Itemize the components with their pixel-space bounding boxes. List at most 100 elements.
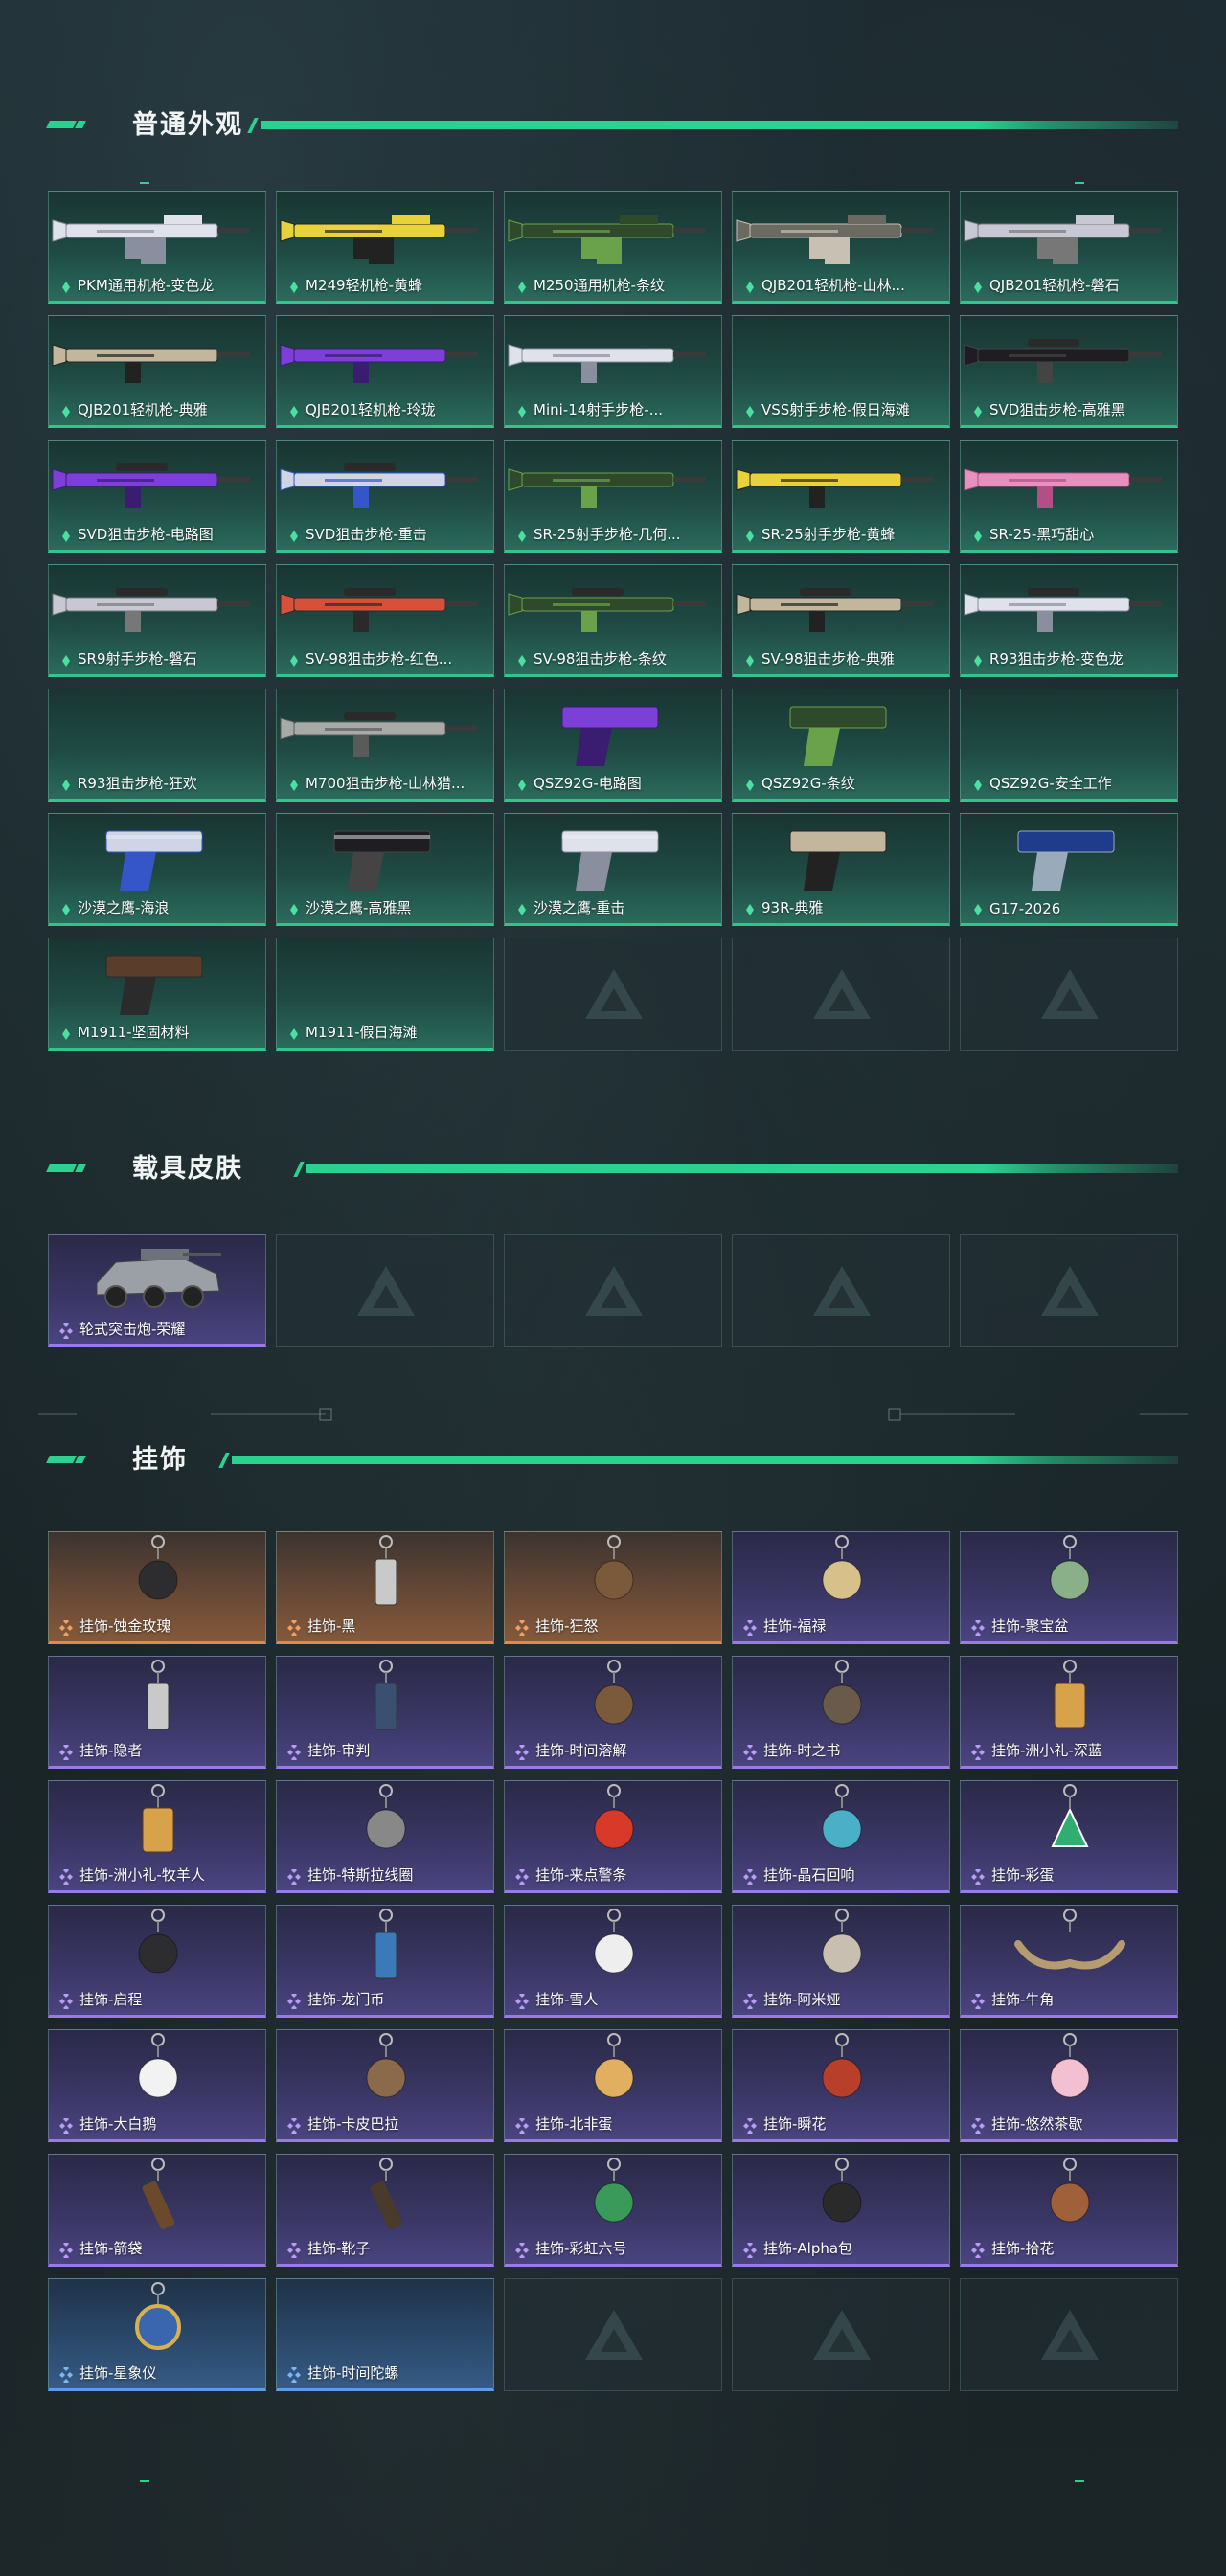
empty-slot: [960, 938, 1178, 1051]
rarity-icon: [290, 1028, 298, 1040]
item-label: QJB201轻机枪-典雅: [78, 401, 208, 418]
charms-card[interactable]: 挂饰-启程: [48, 1905, 266, 2018]
item-image: [1054, 1660, 1086, 1729]
charms-card[interactable]: 挂饰-福禄: [732, 1531, 950, 1644]
rarity-icon: [59, 2243, 73, 2258]
weapons-card[interactable]: SR9射手步枪-磐石: [48, 564, 266, 677]
weapons-card[interactable]: QSZ92G-条纹: [732, 689, 950, 802]
charms-card[interactable]: 挂饰-特斯拉线圈: [276, 1780, 494, 1893]
weapons-card[interactable]: R93狙击步枪-狂欢: [48, 689, 266, 802]
item-image: [280, 712, 478, 757]
rarity-icon: [518, 406, 526, 418]
item-label: 沙漠之鹰-重击: [534, 899, 625, 916]
weapons-card[interactable]: M250通用机枪-条纹: [504, 191, 722, 304]
charms-card[interactable]: 挂饰-龙门币: [276, 1905, 494, 2018]
item-label: VSS射手步枪-假日海滩: [761, 401, 910, 418]
item-label: 挂饰-星象仪: [79, 2364, 157, 2382]
charms-card[interactable]: 挂饰-瞬花: [732, 2029, 950, 2142]
charms-card[interactable]: 挂饰-阿米娅: [732, 1905, 950, 2018]
charms-card[interactable]: 挂饰-拾花: [960, 2154, 1178, 2267]
vehicles-card[interactable]: 轮式突击炮-荣耀: [48, 1234, 266, 1347]
weapons-card[interactable]: SVD狙击步枪-电路图: [48, 440, 266, 553]
weapons-card[interactable]: M249轻机枪-黄蜂: [276, 191, 494, 304]
weapons-card[interactable]: QJB201轻机枪-山林...: [732, 191, 950, 304]
weapons-card[interactable]: QSZ92G-电路图: [504, 689, 722, 802]
weapons-card[interactable]: 沙漠之鹰-高雅黑: [276, 813, 494, 926]
rarity-icon: [974, 406, 982, 418]
weapons-card[interactable]: SV-98狙击步枪-红色...: [276, 564, 494, 677]
placeholder-logo-icon: [1041, 1266, 1099, 1316]
charms-card[interactable]: 挂饰-隐者: [48, 1656, 266, 1769]
deco-dash: [140, 2480, 149, 2482]
weapons-card[interactable]: M700狙击步枪-山林猎...: [276, 689, 494, 802]
charms-card[interactable]: 挂饰-彩虹六号: [504, 2154, 722, 2267]
weapons-card[interactable]: SV-98狙击步枪-典雅: [732, 564, 950, 677]
charms-card[interactable]: 挂饰-悠然茶歇: [960, 2029, 1178, 2142]
weapons-card[interactable]: 沙漠之鹰-海浪: [48, 813, 266, 926]
charms-card[interactable]: 挂饰-卡皮巴拉: [276, 2029, 494, 2142]
item-image: [508, 588, 706, 632]
item-image: [736, 588, 934, 632]
rarity-icon: [515, 2118, 529, 2134]
weapons-card[interactable]: SVD狙击步枪-重击: [276, 440, 494, 553]
charms-card[interactable]: 挂饰-雪人: [504, 1905, 722, 2018]
weapons-card[interactable]: SR-25射手步枪-黄蜂: [732, 440, 950, 553]
charms-card[interactable]: 挂饰-时间陀螺: [276, 2278, 494, 2391]
charms-card[interactable]: 挂饰-聚宝盆: [960, 1531, 1178, 1644]
charms-card[interactable]: 挂饰-审判: [276, 1656, 494, 1769]
weapons-card[interactable]: PKM通用机枪-变色龙: [48, 191, 266, 304]
item-image: [277, 2279, 494, 2365]
weapons-card[interactable]: M1911-坚固材料: [48, 938, 266, 1051]
weapons-card[interactable]: R93狙击步枪-变色龙: [960, 564, 1178, 677]
item-image: [1050, 1535, 1090, 1600]
charms-card[interactable]: 挂饰-蚀金玫瑰: [48, 1531, 266, 1644]
charms-card[interactable]: 挂饰-星象仪: [48, 2278, 266, 2391]
weapons-card[interactable]: QJB201轻机枪-玲珑: [276, 315, 494, 428]
item-label: SR9射手步枪-磐石: [78, 650, 197, 667]
weapons-card[interactable]: SR-25-黑巧甜心: [960, 440, 1178, 553]
item-image: [147, 1660, 170, 1730]
weapons-card[interactable]: SR-25射手步枪-几何...: [504, 440, 722, 553]
rarity-icon: [746, 780, 754, 791]
charms-card[interactable]: 挂饰-晶石回响: [732, 1780, 950, 1893]
weapons-card[interactable]: QJB201轻机枪-典雅: [48, 315, 266, 428]
charms-card[interactable]: 挂饰-靴子: [276, 2154, 494, 2267]
weapons-card[interactable]: VSS射手步枪-假日海滩: [732, 315, 950, 428]
weapons-card[interactable]: 沙漠之鹰-重击: [504, 813, 722, 926]
charms-card[interactable]: 挂饰-箭袋: [48, 2154, 266, 2267]
item-image: [789, 830, 887, 891]
charms-card[interactable]: 挂饰-洲小礼-深蓝: [960, 1656, 1178, 1769]
charms-card[interactable]: 挂饰-彩蛋: [960, 1780, 1178, 1893]
charms-card[interactable]: 挂饰-牛角: [960, 1905, 1178, 2018]
empty-slot: [960, 2278, 1178, 2391]
rarity-icon: [287, 2243, 301, 2258]
item-image: [138, 2033, 178, 2098]
weapons-card[interactable]: M1911-假日海滩: [276, 938, 494, 1051]
weapons-card[interactable]: Mini-14射手步枪-...: [504, 315, 722, 428]
weapons-card[interactable]: 93R-典雅: [732, 813, 950, 926]
item-image: [138, 1909, 178, 1974]
charms-card[interactable]: 挂饰-北非蛋: [504, 2029, 722, 2142]
charms-card[interactable]: 挂饰-Alpha包: [732, 2154, 950, 2267]
rarity-icon: [59, 2118, 73, 2134]
weapons-card[interactable]: SV-98狙击步枪-条纹: [504, 564, 722, 677]
weapons-card[interactable]: SVD狙击步枪-高雅黑: [960, 315, 1178, 428]
charms-card[interactable]: 挂饰-大白鹅: [48, 2029, 266, 2142]
item-label: M700狙击步枪-山林猎...: [306, 775, 465, 792]
charms-card[interactable]: 挂饰-时之书: [732, 1656, 950, 1769]
charms-card[interactable]: 挂饰-来点警条: [504, 1780, 722, 1893]
section-header-charms: 挂饰: [46, 1444, 1178, 1477]
charms-card[interactable]: 挂饰-狂怒: [504, 1531, 722, 1644]
charms-card[interactable]: 挂饰-洲小礼-牧羊人: [48, 1780, 266, 1893]
item-label: 挂饰-彩蛋: [991, 1866, 1055, 1884]
item-image: [142, 2158, 175, 2229]
weapons-card[interactable]: G17-2026: [960, 813, 1178, 926]
item-label: 挂饰-启程: [79, 1991, 143, 2008]
weapons-card[interactable]: QJB201轻机枪-磐石: [960, 191, 1178, 304]
weapons-card[interactable]: QSZ92G-安全工作: [960, 689, 1178, 802]
charms-card[interactable]: 挂饰-时间溶解: [504, 1656, 722, 1769]
charms-card[interactable]: 挂饰-黑: [276, 1531, 494, 1644]
item-label: 挂饰-北非蛋: [535, 2115, 613, 2133]
item-image: [594, 2033, 634, 2098]
rarity-icon: [971, 1745, 985, 1760]
